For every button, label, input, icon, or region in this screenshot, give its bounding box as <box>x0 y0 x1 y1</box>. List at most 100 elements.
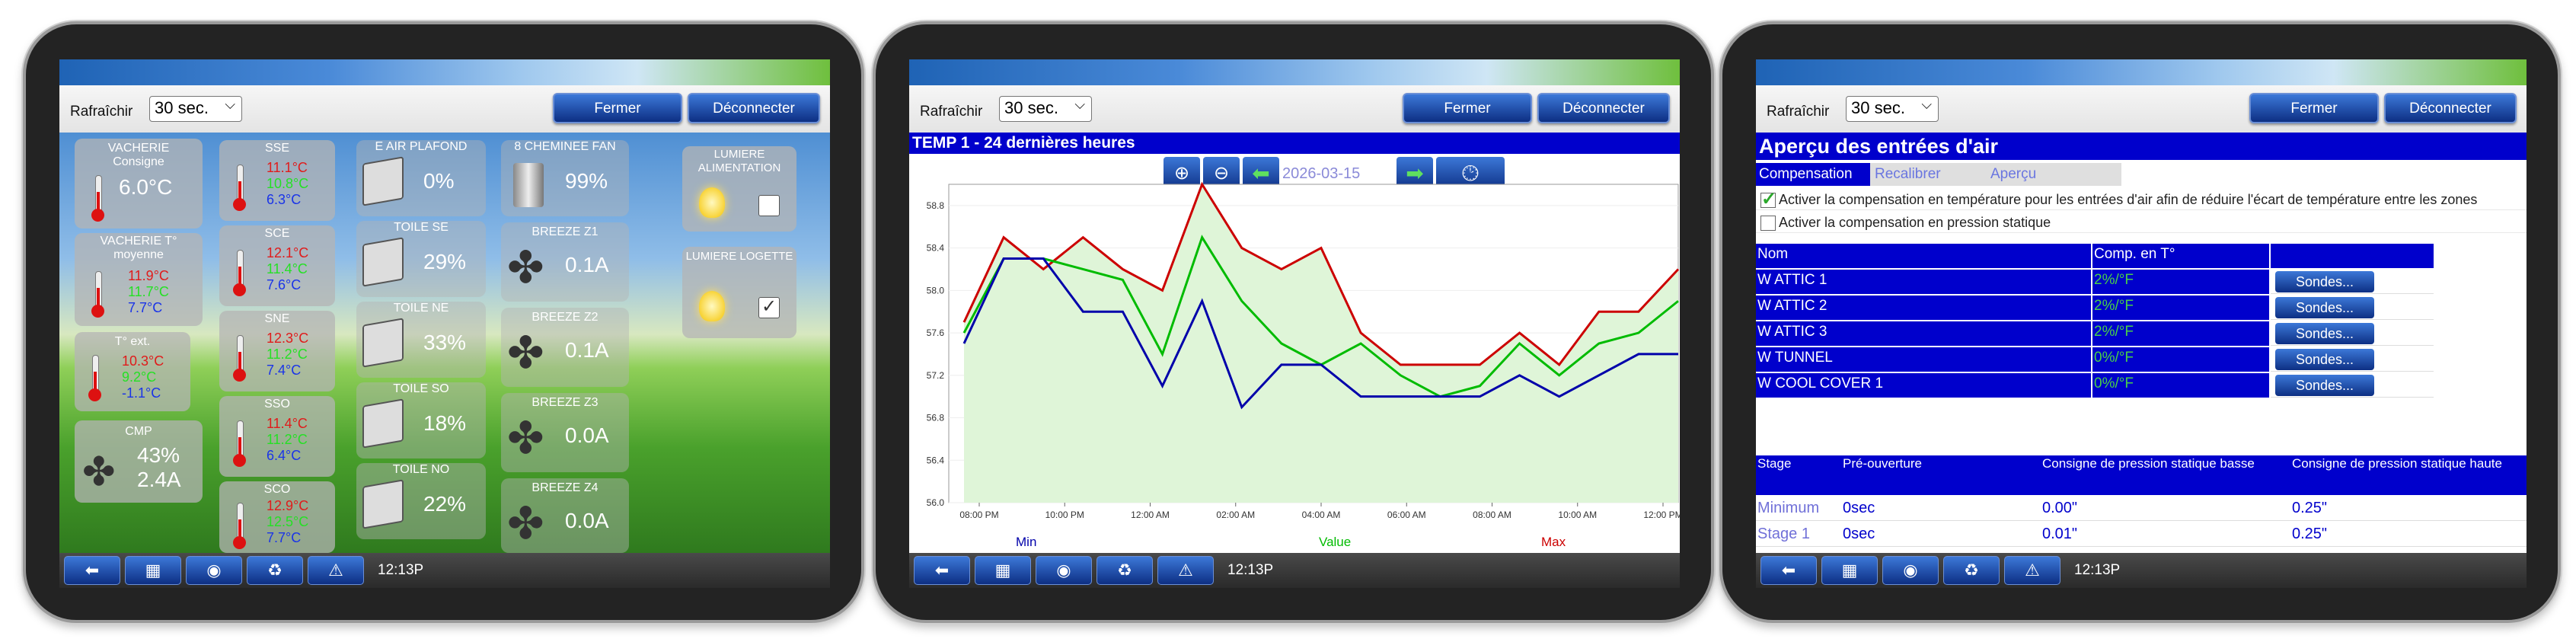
tile-inlet-toile-so[interactable]: TOILE SO 18% <box>356 382 486 458</box>
tile-text-ext[interactable]: T° ext. 10.3°C 9.2°C -1.1°C <box>75 332 190 411</box>
tile-title: TOILE SE <box>394 221 448 234</box>
inlet-name: W ATTIC 2 <box>1756 296 2091 320</box>
tile-sensor-sne[interactable]: SNE 12.3°C 11.2°C 7.4°C <box>219 311 335 391</box>
value-current: 10.8°C <box>267 176 309 191</box>
tile-sensor-sco[interactable]: SCO 12.9°C 12.5°C 7.7°C <box>219 481 335 553</box>
x-tick-label: 12:00 AM <box>1131 510 1170 520</box>
back-arrow-icon[interactable]: ⬅ <box>914 556 970 585</box>
stage-high-pressure[interactable]: 0.25" <box>2290 521 2327 547</box>
temp-compensation-checkbox[interactable] <box>1760 189 1776 210</box>
close-button[interactable]: Fermer <box>1403 93 1532 123</box>
recycle-icon[interactable]: ♻ <box>247 556 303 585</box>
light-logette-checkbox[interactable]: ✓ <box>758 297 780 318</box>
sondes-button[interactable]: Sondes... <box>2275 375 2374 396</box>
stage-high-pressure[interactable]: 0.25" <box>2290 495 2327 521</box>
clock: 12:13P <box>1227 562 1274 578</box>
col-header-low-pressure: Consigne de pression statique basse <box>2042 456 2255 471</box>
tile-title: BREEZE Z2 <box>531 311 599 324</box>
inlet-comp[interactable]: 2%/°F <box>2092 296 2269 320</box>
tile-value: 43% <box>137 443 180 467</box>
tile-inlet-toile-no[interactable]: TOILE NO 22% <box>356 463 486 539</box>
thermometer-icon <box>231 420 247 468</box>
lifebuoy-icon[interactable]: ◉ <box>186 556 242 585</box>
inlet-comp[interactable]: 2%/°F <box>2092 270 2269 294</box>
inlet-comp[interactable]: 2%/°F <box>2092 321 2269 346</box>
alarm-icon[interactable]: ⚠ <box>308 556 364 585</box>
sondes-button[interactable]: Sondes... <box>2275 349 2374 370</box>
tile-vacherie-consigne[interactable]: VACHERIE Consigne 6.0°C <box>75 139 203 228</box>
option-temp-compensation[interactable]: Activer la compensation en température p… <box>1756 189 2527 210</box>
stage-row: Minimum 0sec 0.00" 0.25" <box>1756 495 2527 521</box>
thermometer-icon <box>231 503 247 550</box>
stage-low-pressure[interactable]: 0.00" <box>2041 495 2077 521</box>
tile-chimney-fan[interactable]: 8 CHEMINEE FAN 99% <box>501 140 629 216</box>
tile-breeze-z4[interactable]: BREEZE Z4 ✤ 0.0A <box>501 478 629 553</box>
tile-value: 6.0°C <box>119 175 173 199</box>
close-button[interactable]: Fermer <box>553 93 682 123</box>
farm-icon[interactable]: ▦ <box>975 556 1031 585</box>
header-banner <box>1756 59 2527 85</box>
x-tick-label: 10:00 AM <box>1558 510 1597 520</box>
value-min: 7.7°C <box>128 300 163 315</box>
inlet-comp[interactable]: 0%/°F <box>2092 373 2269 398</box>
inlet-name: W ATTIC 1 <box>1756 270 2091 294</box>
value-max: 11.4°C <box>267 416 308 431</box>
tab-apercu[interactable]: Aperçu <box>1987 163 2102 186</box>
logout-button[interactable]: Déconnecter <box>688 93 820 123</box>
tab-compensation[interactable]: Compensation <box>1756 163 1870 186</box>
col-header-high-pressure: Consigne de pression statique haute <box>2292 456 2502 471</box>
tile-sensor-sso[interactable]: SSO 11.4°C 11.2°C 6.4°C <box>219 396 335 477</box>
tile-value: 0.1A <box>565 253 609 276</box>
pressure-compensation-checkbox[interactable] <box>1760 216 1776 232</box>
farm-icon[interactable]: ▦ <box>125 556 181 585</box>
col-header-stage: Stage <box>1757 456 1792 471</box>
tab-recalibrer[interactable]: Recalibrer <box>1872 163 1986 186</box>
tile-value: 18% <box>423 411 467 435</box>
lifebuoy-icon[interactable]: ◉ <box>1882 556 1939 585</box>
tile-value: 0.0A <box>565 509 609 532</box>
tablet-overview: Rafraîchir 30 sec. Fermer Déconnecter VA… <box>23 21 864 623</box>
logout-button[interactable]: Déconnecter <box>2384 93 2517 123</box>
logout-button[interactable]: Déconnecter <box>1537 93 1670 123</box>
tile-light-alimentation[interactable]: LUMIERE ALIMENTATION <box>682 146 796 232</box>
option-pressure-compensation[interactable]: Activer la compensation en pression stat… <box>1756 212 2527 233</box>
tile-sensor-sse[interactable]: SSE 11.1°C 10.8°C 6.3°C <box>219 140 335 221</box>
thermometer-icon <box>231 165 247 212</box>
tile-title: SSO <box>264 398 290 411</box>
legend-min: Min <box>1016 535 1037 549</box>
tile-title: 8 CHEMINEE FAN <box>514 140 616 153</box>
sondes-button[interactable]: Sondes... <box>2275 297 2374 318</box>
light-alimentation-checkbox[interactable] <box>758 195 780 216</box>
back-arrow-icon[interactable]: ⬅ <box>1760 556 1817 585</box>
refresh-select[interactable]: 30 sec. <box>149 96 242 122</box>
back-arrow-icon[interactable]: ⬅ <box>64 556 120 585</box>
tile-subtitle: Consigne <box>113 155 164 168</box>
refresh-select[interactable]: 30 sec. <box>999 96 1092 122</box>
tile-cmp[interactable]: CMP ✤ 43% 2.4A <box>75 420 203 503</box>
tile-sensor-sce[interactable]: SCE 12.1°C 11.4°C 7.6°C <box>219 225 335 306</box>
tile-inlet-plafond[interactable]: E AIR PLAFOND 0% <box>356 140 486 216</box>
tile-inlet-toile-ne[interactable]: TOILE NE 33% <box>356 302 486 378</box>
refresh-select[interactable]: 30 sec. <box>1846 96 1939 122</box>
tile-vacherie-moyenne[interactable]: VACHERIE T° moyenne 11.9°C 11.7°C 7.7°C <box>75 233 203 326</box>
tile-light-logette[interactable]: LUMIERE LOGETTE ✓ <box>682 247 796 338</box>
recycle-icon[interactable]: ♻ <box>1943 556 2000 585</box>
lifebuoy-icon[interactable]: ◉ <box>1036 556 1092 585</box>
stage-low-pressure[interactable]: 0.01" <box>2041 521 2077 547</box>
tile-inlet-toile-se[interactable]: TOILE SE 29% <box>356 221 486 297</box>
tile-breeze-z3[interactable]: BREEZE Z3 ✤ 0.0A <box>501 393 629 472</box>
tile-breeze-z2[interactable]: BREEZE Z2 ✤ 0.1A <box>501 308 629 387</box>
recycle-icon[interactable]: ♻ <box>1096 556 1153 585</box>
tile-value-amps: 2.4A <box>137 468 181 491</box>
alarm-icon[interactable]: ⚠ <box>1157 556 1214 585</box>
inlet-comp[interactable]: 0%/°F <box>2092 347 2269 372</box>
tile-breeze-z1[interactable]: BREEZE Z1 ✤ 0.1A <box>501 222 629 302</box>
stage-preopening[interactable]: 0sec <box>1841 495 1875 521</box>
stage-preopening[interactable]: 0sec <box>1841 521 1875 547</box>
alarm-icon[interactable]: ⚠ <box>2004 556 2060 585</box>
sondes-button[interactable]: Sondes... <box>2275 271 2374 292</box>
farm-icon[interactable]: ▦ <box>1821 556 1878 585</box>
close-button[interactable]: Fermer <box>2249 93 2379 123</box>
sondes-button[interactable]: Sondes... <box>2275 323 2374 344</box>
thermometer-icon <box>90 271 105 318</box>
